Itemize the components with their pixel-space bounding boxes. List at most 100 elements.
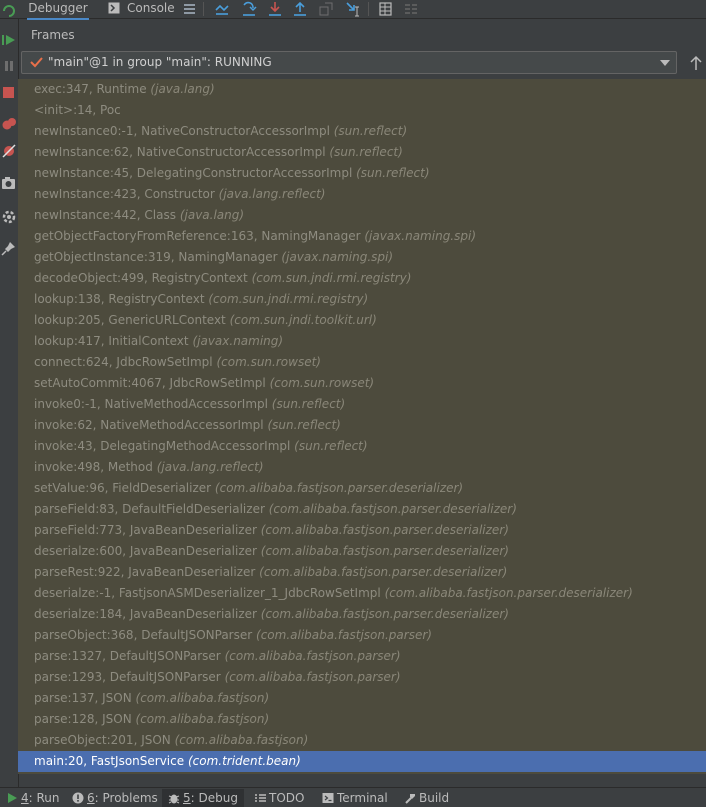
- frame-package: (com.alibaba.fastjson): [174, 733, 309, 747]
- frame-row[interactable]: lookup:138, RegistryContext (com.sun.jnd…: [18, 289, 706, 310]
- frame-package: (com.trident.bean): [187, 754, 301, 768]
- run-to-cursor-icon[interactable]: [345, 1, 361, 17]
- frame-row[interactable]: <init>:14, Poc: [18, 100, 706, 121]
- mute-breakpoints-icon[interactable]: [1, 143, 17, 159]
- frame-method: getObjectFactoryFromReference:163, Namin…: [34, 229, 361, 243]
- bottom-tab-terminal[interactable]: Terminal: [318, 789, 392, 807]
- bottom-tab-problems[interactable]: 6: Problems: [68, 789, 162, 807]
- frame-method: parseRest:922, JavaBeanDeserializer: [34, 565, 256, 579]
- settings-icon[interactable]: [1, 209, 17, 225]
- frame-row[interactable]: newInstance0:-1, NativeConstructorAccess…: [18, 121, 706, 142]
- frame-row[interactable]: parseObject:201, JSON (com.alibaba.fastj…: [18, 730, 706, 751]
- frame-row[interactable]: parseField:83, DefaultFieldDeserializer …: [18, 499, 706, 520]
- step-into-icon[interactable]: [267, 1, 283, 17]
- frame-row[interactable]: newInstance:442, Class (java.lang): [18, 205, 706, 226]
- bottom-tab-todo-label: TODO: [269, 791, 305, 805]
- debug-icon: [168, 794, 180, 804]
- thread-selector-value: "main"@1 in group "main": RUNNING: [48, 55, 272, 69]
- frame-row[interactable]: exec:347, Runtime (java.lang): [18, 79, 706, 100]
- frame-row[interactable]: decodeObject:499, RegistryContext (com.s…: [18, 268, 706, 289]
- frame-row[interactable]: getObjectInstance:319, NamingManager (ja…: [18, 247, 706, 268]
- frame-package: (com.sun.jndi.rmi.registry): [208, 292, 369, 306]
- bottom-tab-debug-label: : Debug: [190, 791, 238, 805]
- bottom-tab-run[interactable]: 4: Run: [2, 789, 64, 807]
- build-icon: [405, 794, 415, 804]
- frame-method: deserialze:-1, FastjsonASMDeserializer_1…: [34, 586, 381, 600]
- toolbar-divider: [368, 2, 369, 16]
- menu-icon[interactable]: [182, 1, 198, 17]
- frame-row[interactable]: deserialze:600, JavaBeanDeserializer (co…: [18, 541, 706, 562]
- frame-method: lookup:205, GenericURLContext: [34, 313, 226, 327]
- evaluate-icon[interactable]: [378, 1, 394, 17]
- frame-row[interactable]: parse:1293, DefaultJSONParser (com.aliba…: [18, 667, 706, 688]
- frame-row[interactable]: parse:128, JSON (com.alibaba.fastjson): [18, 709, 706, 730]
- step-over-icon[interactable]: [241, 1, 257, 17]
- frames-list: exec:347, Runtime (java.lang) <init>:14, …: [18, 79, 706, 774]
- bottom-tab-todo[interactable]: TODO: [250, 789, 308, 807]
- frame-row[interactable]: parse:137, JSON (com.alibaba.fastjson): [18, 688, 706, 709]
- frame-row[interactable]: invoke0:-1, NativeMethodAccessorImpl (su…: [18, 394, 706, 415]
- rerun-icon[interactable]: [1, 3, 17, 19]
- drop-frame-icon[interactable]: [318, 1, 334, 17]
- frame-package: (com.alibaba.fastjson.parser.deserialize…: [268, 502, 517, 516]
- frame-row[interactable]: invoke:62, NativeMethodAccessorImpl (sun…: [18, 415, 706, 436]
- tab-debugger[interactable]: Debugger: [27, 0, 89, 20]
- frame-row[interactable]: parseField:773, JavaBeanDeserializer (co…: [18, 520, 706, 541]
- frame-package: (com.alibaba.fastjson.parser.deserialize…: [384, 586, 633, 600]
- frame-row[interactable]: getObjectFactoryFromReference:163, Namin…: [18, 226, 706, 247]
- frame-method: connect:624, JdbcRowSetImpl: [34, 355, 213, 369]
- view-breakpoints-icon[interactable]: [1, 116, 17, 132]
- frame-package: (com.alibaba.fastjson.parser.deserialize…: [260, 607, 509, 621]
- tab-debugger-label: Debugger: [28, 1, 88, 15]
- frame-row[interactable]: parseObject:368, DefaultJSONParser (com.…: [18, 625, 706, 646]
- frame-row[interactable]: connect:624, JdbcRowSetImpl (com.sun.row…: [18, 352, 706, 373]
- bottom-tab-build[interactable]: Build: [400, 789, 453, 807]
- frame-method: newInstance:62, NativeConstructorAccesso…: [34, 145, 326, 159]
- bottom-tab-build-label: Build: [419, 791, 450, 805]
- frame-method: <init>:14, Poc: [34, 103, 121, 117]
- frame-method: deserialze:184, JavaBeanDeserializer: [34, 607, 257, 621]
- frame-row[interactable]: parse:1327, DefaultJSONParser (com.aliba…: [18, 646, 706, 667]
- resume-icon[interactable]: [1, 32, 17, 48]
- frame-method: invoke:62, NativeMethodAccessorImpl: [34, 418, 264, 432]
- frame-row[interactable]: lookup:417, InitialContext (javax.naming…: [18, 331, 706, 352]
- frame-method: parseObject:201, JSON: [34, 733, 171, 747]
- frame-method: parseObject:368, DefaultJSONParser: [34, 628, 253, 642]
- frame-package: (com.sun.rowset): [216, 355, 321, 369]
- frame-package: (java.lang.reflect): [218, 187, 326, 201]
- frame-method: parse:1327, DefaultJSONParser: [34, 649, 221, 663]
- frame-package: (com.alibaba.fastjson.parser.deserialize…: [259, 565, 508, 579]
- camera-icon[interactable]: [1, 175, 17, 191]
- frame-method: decodeObject:499, RegistryContext: [34, 271, 248, 285]
- frame-method: parse:137, JSON: [34, 691, 132, 705]
- frame-row[interactable]: main:20, FastJsonService (com.trident.be…: [18, 751, 706, 772]
- debugger-toolbar: Debugger Console: [0, 0, 706, 20]
- frame-row[interactable]: invoke:498, Method (java.lang.reflect): [18, 457, 706, 478]
- arrow-up-icon[interactable]: [689, 55, 703, 71]
- frame-row[interactable]: lookup:205, GenericURLContext (com.sun.j…: [18, 310, 706, 331]
- pin-icon[interactable]: [1, 240, 17, 256]
- frame-row[interactable]: parseRest:922, JavaBeanDeserializer (com…: [18, 562, 706, 583]
- frame-row[interactable]: newInstance:423, Constructor (java.lang.…: [18, 184, 706, 205]
- frame-package: (com.sun.rowset): [269, 376, 375, 390]
- stop-icon[interactable]: [1, 84, 17, 100]
- frame-package: (java.lang): [179, 208, 245, 222]
- frame-row[interactable]: deserialze:-1, FastjsonASMDeserializer_1…: [18, 583, 706, 604]
- frame-row[interactable]: newInstance:62, NativeConstructorAccesso…: [18, 142, 706, 163]
- frame-method: exec:347, Runtime: [34, 82, 147, 96]
- frame-row[interactable]: setValue:96, FieldDeserializer (com.alib…: [18, 478, 706, 499]
- pause-icon[interactable]: [1, 58, 17, 74]
- thread-selector[interactable]: "main"@1 in group "main": RUNNING: [21, 51, 677, 74]
- frame-package: (java.lang.reflect): [156, 460, 264, 474]
- frame-row[interactable]: deserialze:184, JavaBeanDeserializer (co…: [18, 604, 706, 625]
- bottom-tab-debug[interactable]: 5: Debug: [162, 789, 244, 807]
- frame-row[interactable]: invoke:43, DelegatingMethodAccessorImpl …: [18, 436, 706, 457]
- frame-package: (com.sun.jndi.toolkit.url): [229, 313, 377, 327]
- step-out-icon[interactable]: [292, 1, 308, 17]
- tab-console-label: Console: [127, 1, 175, 15]
- frame-row[interactable]: setAutoCommit:4067, JdbcRowSetImpl (com.…: [18, 373, 706, 394]
- frame-row[interactable]: newInstance:45, DelegatingConstructorAcc…: [18, 163, 706, 184]
- show-execution-point-icon[interactable]: [214, 1, 230, 17]
- frame-package: (com.alibaba.fastjson.parser.deserialize…: [260, 523, 509, 537]
- restore-layout-icon[interactable]: [403, 1, 419, 17]
